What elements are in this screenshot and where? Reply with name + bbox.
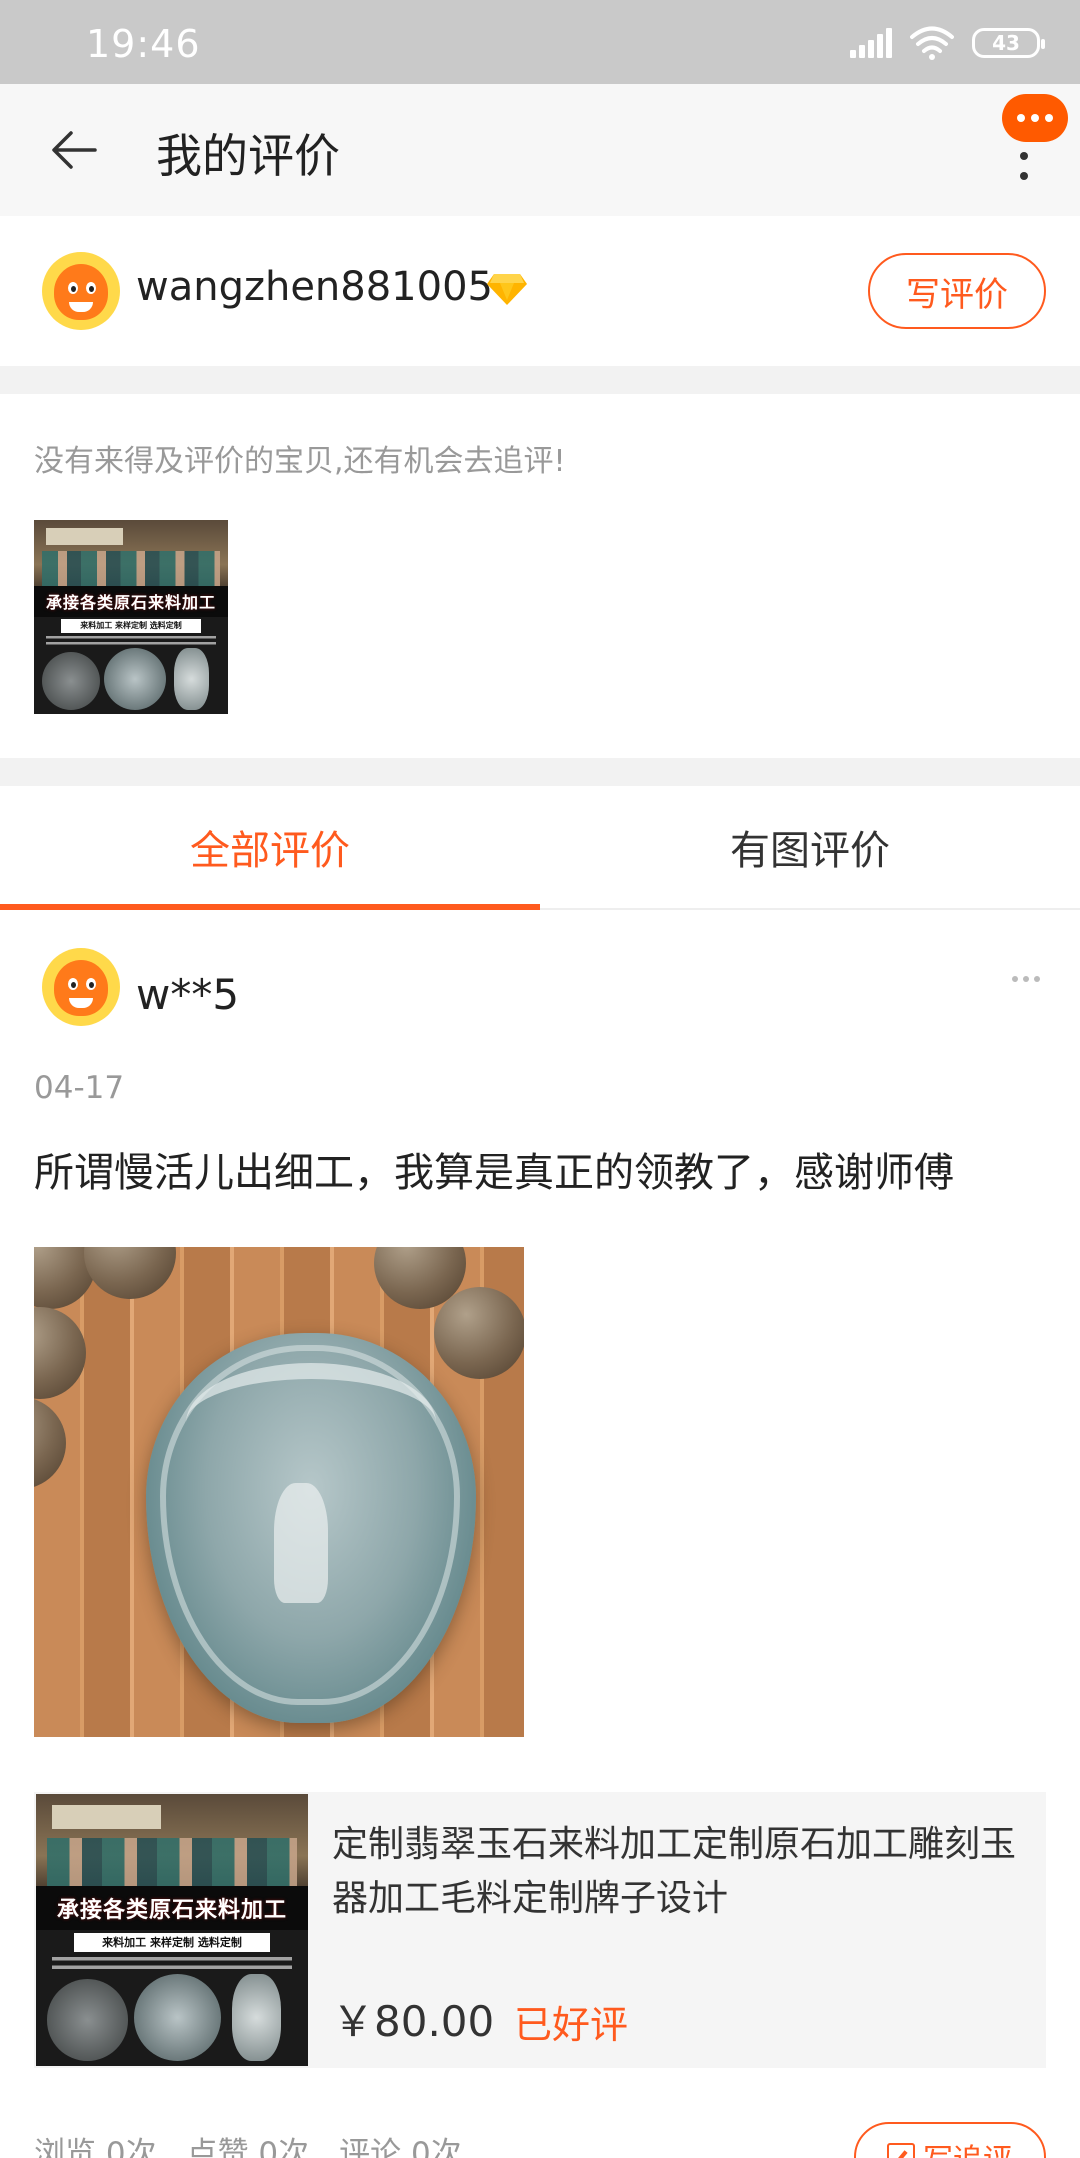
pending-review-section: 没有来得及评价的宝贝,还有机会去追评! 承接各类原石来料加工 来料加工 来样定制… <box>0 394 1080 758</box>
review-photo[interactable] <box>34 1247 524 1737</box>
avatar[interactable] <box>42 252 120 330</box>
status-icons: 43 <box>850 26 1045 60</box>
views-count: 浏览 0次 <box>34 2136 157 2158</box>
review-tabs: 全部评价 有图评价 <box>0 786 1080 910</box>
divider <box>0 366 1080 394</box>
thumb-banner-text: 承接各类原石来料加工 <box>45 593 216 613</box>
tab-photo-reviews[interactable]: 有图评价 <box>540 786 1080 908</box>
user-header: wangzhen881005 写评价 <box>0 216 1080 366</box>
status-time: 19:46 <box>86 22 201 66</box>
tab-all-reviews[interactable]: 全部评价 <box>0 786 540 908</box>
battery-icon: 43 <box>972 28 1045 58</box>
edit-icon <box>887 2143 915 2158</box>
review-more-icon[interactable] <box>1012 976 1040 982</box>
page-title: 我的评价 <box>156 129 340 183</box>
reviewer-name: w**5 <box>136 970 240 1019</box>
pending-product-thumbnail[interactable]: 承接各类原石来料加工 来料加工 来样定制 选料定制 <box>34 520 228 714</box>
diamond-icon <box>487 274 527 305</box>
nav-bar: 我的评价 <box>0 84 1080 216</box>
review-date: 04-17 <box>34 1070 125 1106</box>
review-card: w**5 04-17 所谓慢活儿出细工，我算是真正的领教了，感谢师傅 承接各类原… <box>0 910 1080 2158</box>
comments-count: 评论 0次 <box>339 2136 462 2158</box>
product-price: ￥80.00 <box>332 1997 495 2046</box>
jade-pendant-image <box>146 1333 476 1723</box>
signal-icon <box>850 28 892 58</box>
message-badge[interactable] <box>1002 94 1068 142</box>
likes-count: 点赞 0次 <box>186 2136 310 2158</box>
write-follow-up-button[interactable]: 写追评 <box>854 2122 1046 2158</box>
product-card[interactable]: 承接各类原石来料加工 来料加工 来样定制 选料定制 定制翡翠玉石来料加工定制原石… <box>34 1792 1046 2068</box>
review-stats: 浏览 0次 点赞 0次 评论 0次 <box>34 2128 462 2158</box>
product-thumbnail[interactable]: 承接各类原石来料加工 来料加工 来样定制 选料定制 <box>36 1794 308 2066</box>
write-review-button[interactable]: 写评价 <box>868 253 1046 329</box>
wifi-icon <box>910 26 954 60</box>
arrow-left-icon <box>52 131 97 169</box>
reviewer-avatar[interactable] <box>42 948 120 1026</box>
divider <box>0 758 1080 786</box>
status-bar: 19:46 43 <box>0 0 1080 84</box>
thumb-banner-text: 承接各类原石来料加工 <box>56 1898 287 1924</box>
follow-up-label: 写追评 <box>923 2135 1013 2158</box>
back-button[interactable] <box>46 122 102 178</box>
thumb-sub-text: 来料加工 来样定制 选料定制 <box>102 1936 242 1950</box>
review-text: 所谓慢活儿出细工，我算是真正的领教了，感谢师傅 <box>34 1150 954 1196</box>
pending-hint: 没有来得及评价的宝贝,还有机会去追评! <box>34 444 566 479</box>
username: wangzhen881005 <box>136 264 493 310</box>
thumb-sub-text: 来料加工 来样定制 选料定制 <box>80 621 182 631</box>
review-status-badge: 已好评 <box>514 2003 629 2047</box>
product-title: 定制翡翠玉石来料加工定制原石加工雕刻玉器加工毛料定制牌子设计 <box>332 1824 1017 1919</box>
